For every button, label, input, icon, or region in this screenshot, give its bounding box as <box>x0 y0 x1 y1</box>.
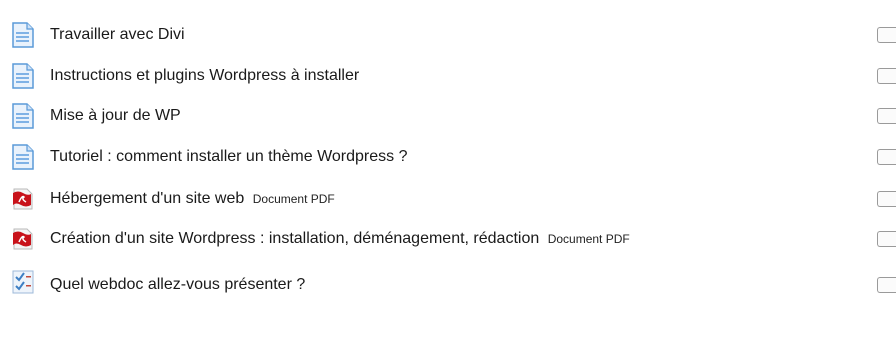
activity-name[interactable]: Instructions et plugins Wordpress à inst… <box>50 67 359 84</box>
activity-link[interactable]: Tutoriel : comment installer un thème Wo… <box>50 148 407 165</box>
page-icon <box>10 22 36 48</box>
activity-name[interactable]: Hébergement d'un site web <box>50 190 244 207</box>
choice-icon <box>10 269 36 295</box>
activity-row: Travailler avec Divi <box>0 16 896 54</box>
completion-checkbox[interactable] <box>877 149 896 165</box>
activity-name[interactable]: Création d'un site Wordpress : installat… <box>50 230 539 247</box>
page-icon <box>10 144 36 170</box>
activity-link[interactable]: Instructions et plugins Wordpress à inst… <box>50 67 359 84</box>
activity-label[interactable]: Mise à jour de WP <box>50 106 181 126</box>
activity-row: Tutoriel : comment installer un thème Wo… <box>0 138 896 176</box>
activity-link[interactable]: Mise à jour de WP <box>50 107 181 124</box>
activity-row: Hébergement d'un site web Document PDF <box>0 180 896 218</box>
completion-checkbox[interactable] <box>877 191 896 207</box>
activity-label[interactable]: Création d'un site Wordpress : installat… <box>50 229 630 249</box>
page-icon <box>10 63 36 89</box>
completion-checkbox[interactable] <box>877 108 896 124</box>
activity-link[interactable]: Hébergement d'un site web <box>50 190 249 207</box>
activity-name[interactable]: Travailler avec Divi <box>50 26 185 43</box>
resource-type-label: Document PDF <box>547 232 630 246</box>
page-icon <box>10 103 36 129</box>
activity-name[interactable]: Quel webdoc allez-vous présenter ? <box>50 276 305 293</box>
pdf-icon <box>10 186 36 212</box>
activity-name[interactable]: Mise à jour de WP <box>50 107 181 124</box>
activity-label[interactable]: Instructions et plugins Wordpress à inst… <box>50 66 359 86</box>
completion-checkbox[interactable] <box>877 68 896 84</box>
activity-label[interactable]: Tutoriel : comment installer un thème Wo… <box>50 147 407 167</box>
activity-label[interactable]: Quel webdoc allez-vous présenter ? <box>50 275 305 295</box>
activity-link[interactable]: Quel webdoc allez-vous présenter ? <box>50 276 305 293</box>
completion-checkbox[interactable] <box>877 277 896 293</box>
pdf-icon <box>10 226 36 252</box>
completion-checkbox[interactable] <box>877 27 896 43</box>
activity-row: Instructions et plugins Wordpress à inst… <box>0 57 896 95</box>
completion-checkbox[interactable] <box>877 231 896 247</box>
activity-row: Mise à jour de WP <box>0 97 896 135</box>
activity-list: Travailler avec Divi Instructions et plu… <box>0 0 896 338</box>
activity-name[interactable]: Tutoriel : comment installer un thème Wo… <box>50 148 407 165</box>
activity-link[interactable]: Création d'un site Wordpress : installat… <box>50 230 544 247</box>
activity-label[interactable]: Hébergement d'un site web Document PDF <box>50 189 335 209</box>
activity-label[interactable]: Travailler avec Divi <box>50 25 185 45</box>
activity-row: Création d'un site Wordpress : installat… <box>0 220 896 258</box>
activity-link[interactable]: Travailler avec Divi <box>50 26 185 43</box>
resource-type-label: Document PDF <box>252 192 335 206</box>
activity-row: Quel webdoc allez-vous présenter ? <box>0 260 896 338</box>
